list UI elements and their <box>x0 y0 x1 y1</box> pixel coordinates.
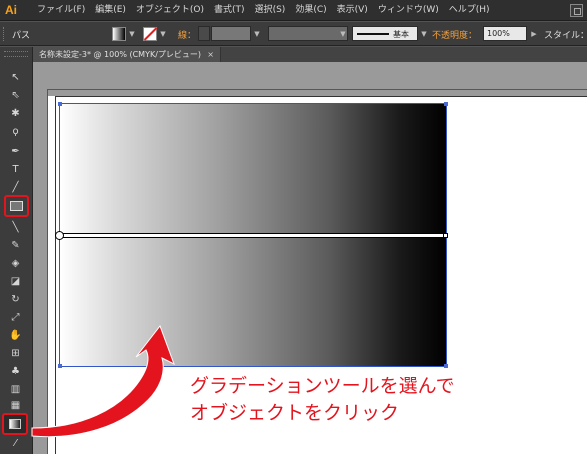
direct-selection-tool-icon[interactable]: ⇖ <box>7 89 24 103</box>
menu-file[interactable]: ファイル(F) <box>32 0 90 21</box>
rectangle-tool-highlight[interactable] <box>4 195 29 217</box>
gradient-end-handle[interactable] <box>443 233 448 238</box>
pencil-tool-icon[interactable]: ✎ <box>7 239 24 253</box>
menu-bar: Ai ファイル(F) 編集(E) オブジェクト(O) 書式(T) 選択(S) 効… <box>0 0 587 21</box>
symbol-sprayer-tool-icon[interactable]: ♣ <box>7 365 24 379</box>
mesh-tool-icon[interactable]: ▦ <box>7 399 24 413</box>
instruction-line-2: オブジェクトをクリック <box>190 402 400 424</box>
document-tab-bar: 名称未設定-3* @ 100% (CMYK/プレビュー) × <box>33 47 587 62</box>
stroke-swatch[interactable] <box>143 27 157 41</box>
gradient-origin-handle[interactable] <box>55 231 64 240</box>
document-tab-title: 名称未設定-3* @ 100% (CMYK/プレビュー) <box>39 50 202 59</box>
eraser-tool-icon[interactable]: ◪ <box>7 275 24 289</box>
bounding-box-handle[interactable] <box>58 102 62 106</box>
chevron-down-icon[interactable]: ▼ <box>338 27 348 41</box>
chevron-down-icon[interactable]: ▼ <box>127 27 137 41</box>
chevron-right-icon[interactable]: ▶ <box>529 27 539 41</box>
instruction-line-1: グラデーションツールを選んで <box>190 375 455 397</box>
pen-tool-icon[interactable]: ✒ <box>7 145 24 159</box>
variable-width-profile[interactable] <box>268 26 348 41</box>
scale-tool-icon[interactable]: ⤢ <box>7 311 24 325</box>
menu-help[interactable]: ヘルプ(H) <box>444 0 495 21</box>
selection-tool-icon[interactable]: ↖ <box>7 71 24 85</box>
control-bar: パス ▼ ▼ 線： ▼ ▼ 基本 ▼ 不透明度： 100% ▶ スタイル： <box>0 22 587 46</box>
opacity-input[interactable]: 100% <box>483 26 527 41</box>
rotate-tool-icon[interactable]: ↻ <box>7 293 24 307</box>
rectangle-tool-icon[interactable] <box>10 201 23 211</box>
blob-brush-tool-icon[interactable]: ◈ <box>7 257 24 271</box>
gradient-tool-icon[interactable] <box>9 419 21 429</box>
line-tool-icon[interactable]: ╱ <box>7 181 24 195</box>
brush-label: 基本 <box>393 30 409 39</box>
chevron-down-icon[interactable]: ▼ <box>158 27 168 41</box>
magic-wand-tool-icon[interactable]: ✱ <box>7 107 24 121</box>
brush-definition-select[interactable]: 基本 <box>352 26 418 41</box>
panel-grip-icon[interactable] <box>4 51 28 57</box>
panel-grip-icon[interactable] <box>3 27 6 41</box>
stroke-weight-label: 線： <box>178 31 197 41</box>
menu-window[interactable]: ウィンドウ(W) <box>373 0 444 21</box>
menu-type[interactable]: 書式(T) <box>209 0 250 21</box>
opacity-label[interactable]: 不透明度： <box>432 28 477 41</box>
warp-tool-icon[interactable]: ✋ <box>7 329 24 343</box>
type-tool-icon[interactable]: T <box>7 163 24 177</box>
selection-type-label: パス <box>12 31 31 41</box>
menu-edit[interactable]: 編集(E) <box>90 0 131 21</box>
bounding-box-handle[interactable] <box>444 364 448 368</box>
lasso-tool-icon[interactable]: ϙ <box>7 125 24 139</box>
app-logo-icon: Ai <box>5 3 17 17</box>
graphic-style-label: スタイル： <box>544 31 587 41</box>
menu-object[interactable]: オブジェクト(O) <box>131 0 209 21</box>
free-transform-tool-icon[interactable]: ⊞ <box>7 347 24 361</box>
gradient-tool-highlight[interactable] <box>2 413 28 435</box>
instruction-text: グラデーションツールを選んで オブジェクトをクリック <box>190 373 455 427</box>
window-arrange-icon[interactable] <box>570 4 583 17</box>
tools-panel: ↖ ⇖ ✱ ϙ ✒ T ╱ ╲ ✎ ◈ ◪ ↻ ⤢ ✋ ⊞ ♣ ▥ ▦ ⁄ <box>0 47 33 454</box>
paintbrush-tool-icon[interactable]: ╲ <box>7 221 24 235</box>
bounding-box-handle[interactable] <box>58 364 62 368</box>
gradient-annotator-bar[interactable] <box>60 233 446 238</box>
brush-stroke-preview <box>357 33 389 35</box>
graph-tool-icon[interactable]: ▥ <box>7 383 24 397</box>
document-tab[interactable]: 名称未設定-3* @ 100% (CMYK/プレビュー) × <box>33 47 221 62</box>
menu-view[interactable]: 表示(V) <box>332 0 373 21</box>
stroke-weight-stepper[interactable] <box>198 26 210 41</box>
close-icon[interactable]: × <box>207 47 214 62</box>
menu-select[interactable]: 選択(S) <box>250 0 291 21</box>
chevron-down-icon[interactable]: ▼ <box>419 27 429 41</box>
bounding-box-handle[interactable] <box>444 102 448 106</box>
menu-effect[interactable]: 効果(C) <box>290 0 331 21</box>
stroke-weight-input[interactable] <box>211 26 251 41</box>
eyedropper-tool-icon[interactable]: ⁄ <box>7 437 24 451</box>
fill-swatch[interactable] <box>112 27 126 41</box>
chevron-down-icon[interactable]: ▼ <box>252 27 262 41</box>
